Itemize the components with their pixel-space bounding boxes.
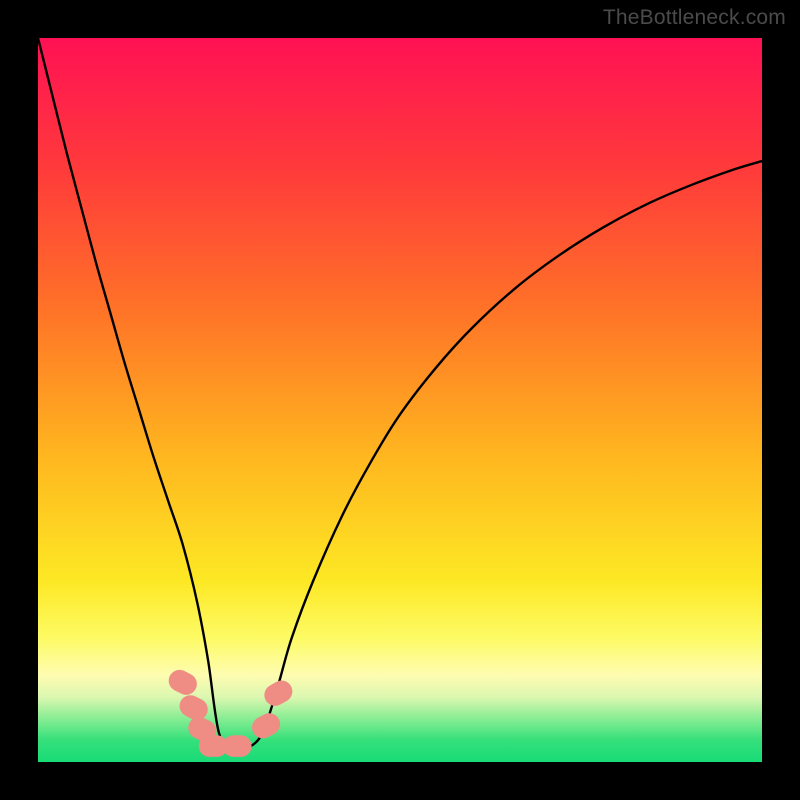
bottleneck-curve (38, 38, 762, 749)
watermark-text: TheBottleneck.com (603, 6, 786, 30)
highlight-marker (165, 666, 201, 699)
curve-layer (38, 38, 762, 762)
plot-area (38, 38, 762, 762)
chart-stage: TheBottleneck.com (0, 0, 800, 800)
highlight-marker (248, 709, 284, 742)
highlight-marker (260, 677, 296, 710)
highlight-marker (223, 735, 252, 757)
highlight-markers (165, 666, 296, 757)
